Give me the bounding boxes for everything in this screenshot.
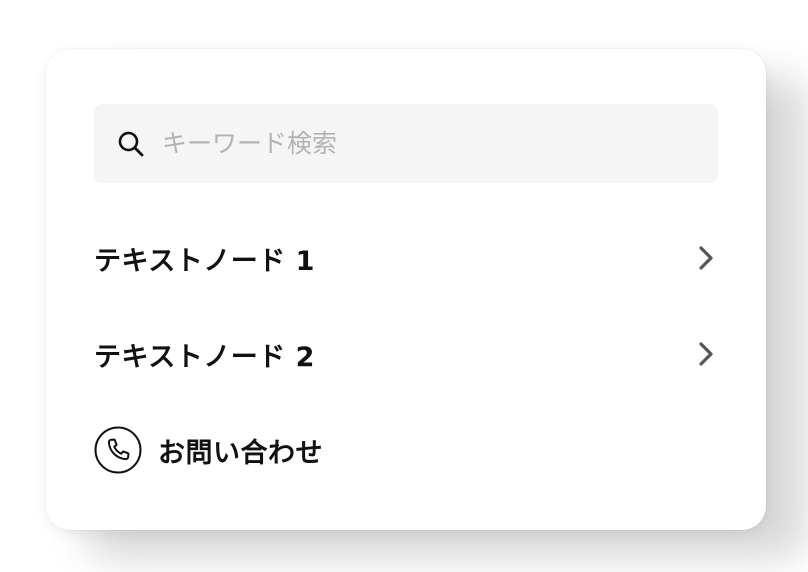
search-input[interactable] bbox=[162, 104, 702, 183]
menu-item-label: テキストノード 1 bbox=[94, 245, 315, 277]
contact-link[interactable]: お問い合わせ bbox=[94, 425, 323, 475]
search-icon bbox=[118, 131, 144, 157]
contact-label: お問い合わせ bbox=[158, 437, 323, 469]
menu-item-label: テキストノード 2 bbox=[94, 341, 315, 373]
menu-item-node-1[interactable]: テキストノード 1 bbox=[94, 230, 718, 286]
chevron-right-icon bbox=[699, 342, 713, 366]
phone-icon bbox=[94, 426, 142, 474]
search-box[interactable] bbox=[94, 104, 718, 183]
chevron-right-icon bbox=[699, 246, 713, 270]
menu-item-node-2[interactable]: テキストノード 2 bbox=[94, 326, 718, 382]
menu-panel: テキストノード 1 テキストノード 2 お問い合わせ bbox=[46, 49, 766, 530]
